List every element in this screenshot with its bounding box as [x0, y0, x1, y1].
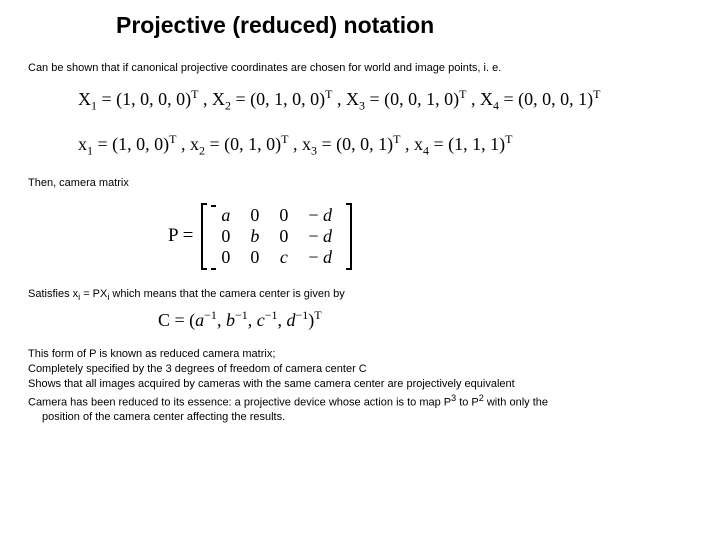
- m-r3c3: c: [269, 247, 298, 268]
- concl-line-3: Shows that all images acquired by camera…: [28, 378, 515, 390]
- then-label: Then, camera matrix: [28, 176, 692, 190]
- m-r2c4: − d: [298, 226, 342, 247]
- m-r1c1: a: [211, 205, 240, 226]
- camera-center-equation: C = (a−1, b−1, c−1, d−1)T: [158, 308, 692, 331]
- matrix-bracket: a 0 0 − d 0 b 0 − d 0 0 c − d: [201, 203, 352, 270]
- matrix-lead: P =: [168, 225, 193, 247]
- camera-matrix-equation: P = a 0 0 − d 0 b 0 − d 0 0: [168, 203, 692, 270]
- m-r2c2: b: [240, 226, 269, 247]
- world-points-equation: X1 = (1, 0, 0, 0)T , X2 = (0, 1, 0, 0)T …: [28, 87, 692, 114]
- m-r1c4: − d: [298, 205, 342, 226]
- concl-line-4a: Camera has been reduced to its essence: …: [28, 396, 451, 408]
- matrix-table: a 0 0 − d 0 b 0 − d 0 0 c − d: [211, 205, 342, 268]
- satisfies-post: which means that the camera center is gi…: [109, 288, 344, 300]
- conclusion-block: This form of P is known as reduced camer…: [28, 347, 692, 425]
- m-r2c1: 0: [211, 226, 240, 247]
- slide-title: Projective (reduced) notation: [116, 12, 692, 39]
- m-r3c1: 0: [211, 247, 240, 268]
- concl-line-4c: with only the: [484, 396, 548, 408]
- m-r3c2: 0: [240, 247, 269, 268]
- m-r1c3: 0: [269, 205, 298, 226]
- m-r1c2: 0: [240, 205, 269, 226]
- image-points-equation: x1 = (1, 0, 0)T , x2 = (0, 1, 0)T , x3 =…: [28, 132, 692, 159]
- intro-text: Can be shown that if canonical projectiv…: [28, 61, 692, 75]
- m-r2c3: 0: [269, 226, 298, 247]
- concl-line-2: Completely specified by the 3 degrees of…: [28, 363, 367, 375]
- concl-line-5: position of the camera center affecting …: [28, 410, 692, 425]
- satisfies-mid: = PX: [80, 288, 107, 300]
- concl-line-4b: to P: [456, 396, 479, 408]
- concl-line-1: This form of P is known as reduced camer…: [28, 348, 275, 360]
- satisfies-line: Satisfies xi = PXi which means that the …: [28, 288, 692, 302]
- m-r3c4: − d: [298, 247, 342, 268]
- satisfies-pre: Satisfies x: [28, 288, 78, 300]
